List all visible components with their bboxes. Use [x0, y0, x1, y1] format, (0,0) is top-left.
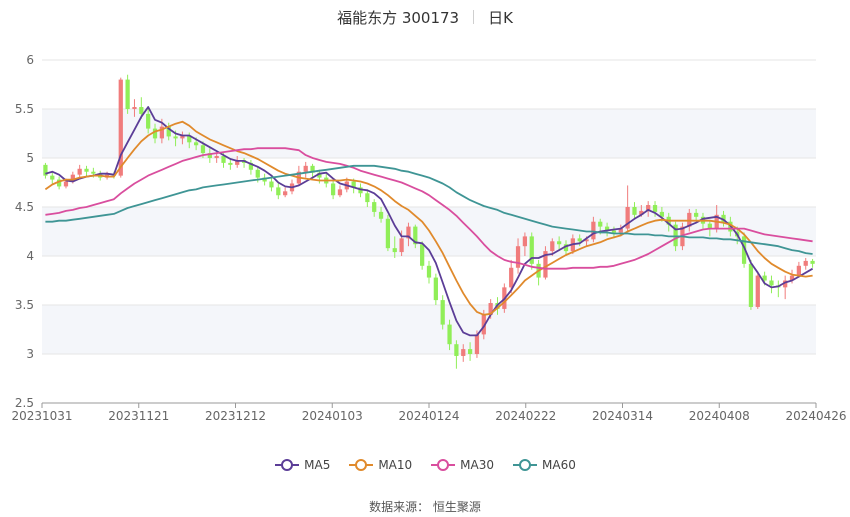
x-tick-label: 20240408	[689, 409, 750, 423]
candle-down	[91, 171, 96, 174]
candle-down	[447, 324, 452, 345]
candle-up	[755, 275, 760, 307]
candle-down	[372, 202, 377, 212]
candle-up	[77, 168, 82, 175]
candle-down	[152, 128, 158, 139]
candle-down	[420, 244, 425, 266]
candle-up	[515, 246, 521, 268]
candle-up	[474, 334, 480, 354]
candle-up	[337, 189, 343, 196]
candle-down	[392, 248, 397, 253]
y-tick-label: 5	[26, 151, 34, 165]
x-tick-label: 20240124	[398, 409, 459, 423]
candle-up	[550, 241, 555, 252]
candle-down	[557, 241, 562, 245]
x-tick-label: 20240103	[302, 409, 363, 423]
candle-down	[269, 181, 274, 188]
candle-down	[748, 263, 754, 307]
candle-down	[146, 113, 151, 129]
legend-label: MA60	[542, 458, 576, 472]
legend-item-ma5[interactable]: MA5	[274, 458, 330, 472]
candle-up	[591, 221, 596, 240]
candle-down	[454, 344, 459, 356]
candle-up	[303, 165, 308, 172]
legend-marker-icon	[275, 459, 300, 471]
legend-item-ma10[interactable]: MA10	[348, 458, 412, 472]
candle-down	[652, 205, 658, 212]
candle-down	[84, 168, 89, 172]
legend-label: MA5	[304, 458, 331, 472]
candle-down	[598, 221, 603, 227]
candle-down	[221, 156, 226, 163]
grid-band	[42, 109, 816, 158]
candle-up	[63, 181, 69, 187]
x-tick-label: 20231121	[108, 409, 169, 423]
y-tick-label: 3	[26, 347, 34, 361]
candle-down	[193, 142, 199, 146]
candle-down	[426, 265, 432, 278]
candle-down	[50, 175, 55, 180]
candle-down	[433, 277, 438, 301]
candle-up	[522, 236, 528, 247]
candle-up	[461, 349, 466, 356]
kline-chart: 2.5 3 3.5 4 4.5 5 5.5 6 20231031 20231121 20231212…	[11, 53, 846, 423]
candle-down	[769, 280, 774, 286]
candle-down	[200, 145, 206, 154]
legend-marker-icon	[349, 459, 374, 471]
candle-down	[611, 230, 617, 233]
legend-item-ma60[interactable]: MA60	[512, 458, 576, 472]
candle-down	[173, 136, 178, 139]
y-tick-label: 5.5	[15, 102, 34, 116]
candle-down	[255, 169, 260, 178]
x-tick-label: 20240222	[495, 409, 556, 423]
legend-item-ma30[interactable]: MA30	[430, 458, 494, 472]
candle-down	[125, 79, 130, 109]
candle-down	[228, 162, 233, 165]
source-label: 数据来源：	[369, 500, 430, 514]
candle-up	[509, 267, 514, 288]
y-tick-label: 4.5	[15, 200, 34, 214]
legend-label: MA30	[460, 458, 495, 472]
legend-label: MA10	[378, 458, 413, 472]
y-tick-label: 4	[26, 249, 34, 263]
candle-down	[385, 218, 391, 249]
candle-down	[139, 107, 144, 114]
source-name: 恒生聚源	[432, 500, 481, 514]
candle-up	[796, 265, 801, 276]
candle-down	[330, 183, 336, 196]
grid-band	[42, 305, 816, 354]
x-tick-label: 20231031	[11, 409, 72, 423]
data-source: 数据来源： 恒生聚源	[0, 498, 850, 515]
candle-down	[440, 300, 445, 325]
candle-down	[577, 238, 582, 242]
chart-legend: MA5 MA10 MA30 MA60	[0, 458, 850, 472]
candle-down	[276, 187, 281, 196]
candle-up	[214, 156, 219, 158]
x-tick-label: 20240426	[785, 409, 846, 423]
candle-up	[283, 191, 288, 196]
y-tick-label: 2.5	[15, 396, 34, 410]
candle-up	[132, 107, 137, 109]
candle-up	[803, 260, 808, 266]
y-tick-label: 3.5	[15, 298, 34, 312]
candle-down	[378, 211, 384, 219]
candle-down	[810, 260, 815, 264]
y-tick-label: 6	[26, 53, 34, 67]
x-tick-label: 20231212	[205, 409, 266, 423]
legend-marker-icon	[513, 459, 538, 471]
candle-down	[365, 193, 370, 203]
candle-up	[399, 238, 404, 253]
x-tick-label: 20240314	[592, 409, 653, 423]
candle-down	[694, 212, 699, 217]
candle-down	[467, 349, 473, 354]
candle-down	[632, 207, 637, 215]
legend-marker-icon	[431, 459, 456, 471]
